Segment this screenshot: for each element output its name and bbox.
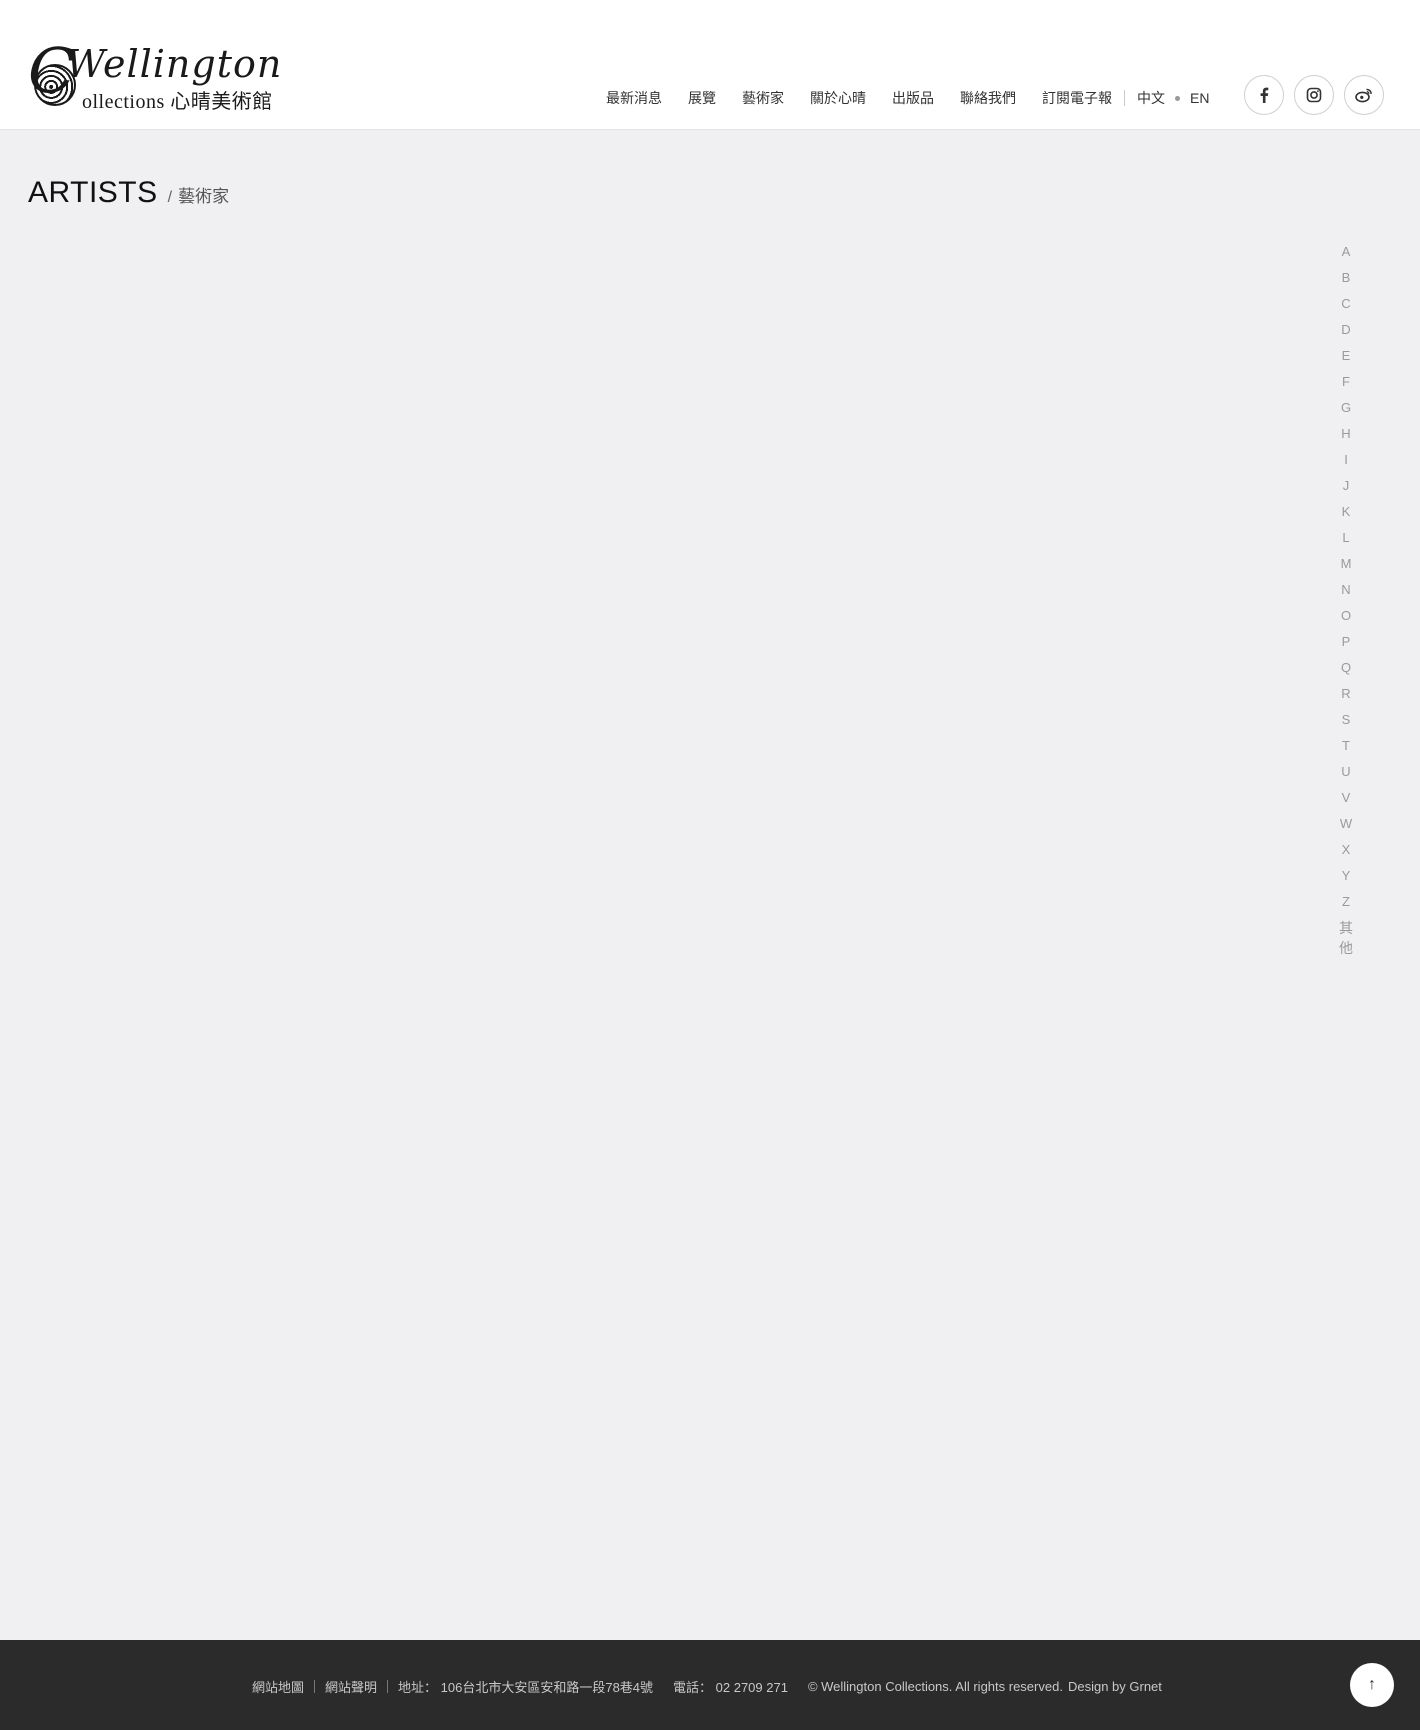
nav-newsletter[interactable]: 訂閱電子報 (1042, 88, 1112, 108)
nav-about[interactable]: 關於心晴 (810, 88, 866, 108)
alphabet-link-p[interactable]: P (1336, 632, 1356, 658)
footer-divider (387, 1680, 389, 1693)
page-title-en: ARTISTS (28, 176, 158, 209)
main-nav: 最新消息 展覽 藝術家 關於心晴 出版品 聯絡我們 訂閱電子報 中文 EN (606, 88, 1209, 108)
alphabet-link-w[interactable]: W (1336, 814, 1356, 840)
alphabet-link-g[interactable]: G (1336, 398, 1356, 424)
nav-artists[interactable]: 藝術家 (742, 88, 784, 108)
alphabet-link-n[interactable]: N (1336, 580, 1356, 606)
alphabet-link-q[interactable]: Q (1336, 658, 1356, 684)
alphabet-link-other[interactable]: 其 (1336, 918, 1356, 938)
alphabet-link-u[interactable]: U (1336, 762, 1356, 788)
alphabet-link-e[interactable]: E (1336, 346, 1356, 372)
alphabet-link-f[interactable]: F (1336, 372, 1356, 398)
alphabet-link-a[interactable]: A (1336, 242, 1356, 268)
nav-divider (1124, 90, 1125, 106)
alphabet-link-s[interactable]: S (1336, 710, 1356, 736)
footer-phone: 電話： 02 2709 271 (673, 1680, 788, 1695)
alphabet-link-b[interactable]: B (1336, 268, 1356, 294)
footer-disclaimer-link[interactable]: 網站聲明 (325, 1677, 377, 1696)
alphabet-link-c[interactable]: C (1336, 294, 1356, 320)
social-links (1244, 75, 1384, 115)
footer-sitemap-link[interactable]: 網站地圖 (252, 1677, 304, 1696)
alphabet-link-r[interactable]: R (1336, 684, 1356, 710)
footer-divider (314, 1680, 316, 1693)
nav-publications[interactable]: 出版品 (892, 88, 934, 108)
alphabet-link-l[interactable]: L (1336, 528, 1356, 554)
footer-credit-link[interactable]: Design by Grnet (1068, 1679, 1162, 1694)
alphabet-link-h[interactable]: H (1336, 424, 1356, 450)
nav-contact[interactable]: 聯絡我們 (960, 88, 1016, 108)
alphabet-link-y[interactable]: Y (1336, 866, 1356, 892)
footer-info: 網站地圖 網站聲明 地址： 106台北市大安區安和路一段78巷4號 電話： 02… (252, 1677, 1162, 1696)
lang-separator-dot (1175, 95, 1180, 101)
page-title: ARTISTS / 藝術家 (28, 176, 229, 210)
alphabet-link-m[interactable]: M (1336, 554, 1356, 580)
alphabet-link-o[interactable]: O (1336, 606, 1356, 632)
nav-news[interactable]: 最新消息 (606, 88, 662, 108)
footer-address: 地址： 106台北市大安區安和路一段78巷4號 (398, 1680, 654, 1695)
alphabet-link-i[interactable]: I (1336, 450, 1356, 476)
alphabet-link-other[interactable]: 他 (1336, 938, 1356, 958)
lang-en[interactable]: EN (1190, 90, 1209, 106)
alphabet-link-t[interactable]: T (1336, 736, 1356, 762)
alphabet-link-v[interactable]: V (1336, 788, 1356, 814)
lang-zh[interactable]: 中文 (1137, 88, 1165, 108)
alphabet-link-j[interactable]: J (1336, 476, 1356, 502)
arrow-up-icon: ↑ (1368, 1676, 1376, 1693)
nav-exhibitions[interactable]: 展覽 (688, 88, 716, 108)
alphabet-link-z[interactable]: Z (1336, 892, 1356, 918)
site-header: C Wellington ollections 心晴美術館 最新消息 展覽 藝術… (0, 0, 1420, 130)
artist-grid (28, 238, 1296, 1541)
back-to-top-button[interactable]: ↑ (1350, 1663, 1394, 1707)
site-logo[interactable]: C Wellington ollections 心晴美術館 (28, 40, 308, 120)
weibo-icon[interactable] (1344, 75, 1384, 115)
facebook-icon[interactable] (1244, 75, 1284, 115)
alphabet-link-d[interactable]: D (1336, 320, 1356, 346)
page-title-separator: / (167, 189, 173, 206)
page-title-zh: 藝術家 (178, 187, 230, 206)
site-footer: 網站地圖 網站聲明 地址： 106台北市大安區安和路一段78巷4號 電話： 02… (0, 1640, 1420, 1730)
alphabet-link-x[interactable]: X (1336, 840, 1356, 866)
logo-subline: ollections 心晴美術館 (82, 91, 273, 113)
footer-copyright: © Wellington Collections. All rights res… (807, 1679, 1063, 1694)
alphabet-link-k[interactable]: K (1336, 502, 1356, 528)
logo-wordmark: Wellington (66, 42, 283, 86)
instagram-icon[interactable] (1294, 75, 1334, 115)
alphabet-index: ABCDEFGHIJKLMNOPQRSTUVWXYZ其他 (1336, 242, 1356, 958)
